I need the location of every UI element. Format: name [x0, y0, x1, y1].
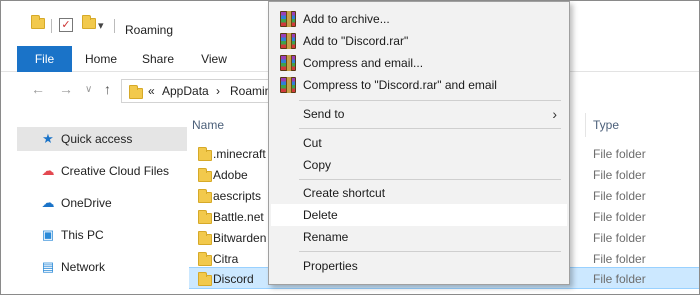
sidebar-item-label: Creative Cloud Files — [61, 164, 170, 178]
file-type: File folder — [593, 272, 646, 286]
recent-locations-icon[interactable]: ∨ — [85, 84, 92, 95]
file-type: File folder — [593, 189, 646, 203]
title-divider — [114, 19, 115, 33]
menu-item-add-to-archive[interactable]: Add to archive... — [271, 8, 567, 30]
up-arrow-icon[interactable]: ↑ — [104, 81, 111, 97]
file-name: aescripts — [213, 189, 262, 203]
star-icon: ★ — [42, 131, 54, 146]
winrar-icon — [280, 33, 296, 49]
breadcrumb-appdata[interactable]: AppData — [162, 84, 209, 98]
file-name: Battle.net — [213, 210, 264, 224]
winrar-icon — [280, 55, 296, 71]
folder-icon — [129, 85, 143, 99]
menu-item-properties[interactable]: Properties — [271, 255, 567, 277]
column-header-name[interactable]: Name — [192, 118, 224, 132]
tab-home[interactable]: Home — [81, 46, 121, 72]
menu-item-label: Rename — [303, 230, 349, 244]
winrar-icon — [280, 11, 296, 27]
creative-cloud-icon: ☁ — [41, 163, 55, 178]
file-name: Adobe — [213, 168, 248, 182]
folder-icon — [198, 272, 212, 286]
sidebar-item-label: Network — [61, 260, 106, 274]
file-type: File folder — [593, 252, 646, 266]
menu-item-label: Delete — [303, 208, 338, 222]
file-type: File folder — [593, 168, 646, 182]
cloud-icon: ☁ — [41, 195, 55, 210]
menu-separator — [299, 128, 561, 129]
sidebar-item-label: Quick access — [61, 132, 133, 146]
window-title: Roaming — [125, 23, 174, 37]
new-folder-icon[interactable] — [82, 15, 96, 29]
menu-item-label: Cut — [303, 136, 322, 150]
menu-item-delete[interactable]: Delete — [271, 204, 567, 226]
sidebar-item-network[interactable]: ▤ Network — [17, 255, 187, 279]
file-type: File folder — [593, 147, 646, 161]
address-bar[interactable]: « AppData › Roamin — [121, 79, 281, 103]
forward-arrow-icon[interactable]: → — [59, 81, 73, 97]
menu-item-compress-to-rar-email[interactable]: Compress to "Discord.rar" and email — [271, 74, 567, 96]
menu-item-rename[interactable]: Rename — [271, 226, 567, 248]
menu-item-label: Compress and email... — [303, 56, 424, 70]
sidebar-item-label: OneDrive — [61, 196, 112, 210]
menu-item-compress-email[interactable]: Compress and email... — [271, 52, 567, 74]
menu-item-label: Copy — [303, 158, 332, 172]
folder-icon — [198, 231, 212, 245]
context-menu: Add to archive... Add to "Discord.rar" C… — [268, 1, 570, 285]
menu-item-label: Add to "Discord.rar" — [303, 34, 409, 48]
menu-separator — [299, 251, 561, 252]
submenu-arrow-icon: › — [552, 106, 557, 122]
file-type: File folder — [593, 210, 646, 224]
sidebar-item-quick-access[interactable]: ★ Quick access — [17, 127, 187, 151]
sidebar-item-label: This PC — [61, 228, 104, 242]
sidebar-item-creative-cloud[interactable]: ☁ Creative Cloud Files — [17, 159, 187, 183]
folder-icon[interactable] — [31, 15, 45, 29]
file-name: Discord — [213, 272, 254, 286]
menu-item-send-to[interactable]: Send to › — [271, 103, 567, 125]
breadcrumb-roaming[interactable]: Roamin — [230, 84, 271, 98]
menu-item-label: Create shortcut — [303, 186, 386, 200]
breadcrumb-overflow[interactable]: « — [148, 84, 155, 98]
menu-item-create-shortcut[interactable]: Create shortcut — [271, 182, 567, 204]
folder-icon — [198, 189, 212, 203]
menu-item-cut[interactable]: Cut — [271, 132, 567, 154]
tab-view[interactable]: View — [196, 46, 232, 72]
network-icon: ▤ — [41, 259, 55, 274]
menu-separator — [299, 100, 561, 101]
column-header-type[interactable]: Type — [593, 118, 619, 132]
folder-icon — [198, 147, 212, 161]
tab-share[interactable]: Share — [138, 46, 178, 72]
winrar-icon — [280, 77, 296, 93]
properties-check-icon[interactable]: ✓ — [59, 18, 73, 32]
menu-item-label: Compress to "Discord.rar" and email — [303, 78, 497, 92]
sidebar-item-this-pc[interactable]: ▣ This PC — [17, 223, 187, 247]
folder-icon — [198, 252, 212, 266]
file-name: Citra — [213, 252, 239, 266]
breadcrumb-separator[interactable]: › — [216, 84, 220, 98]
customize-toolbar-icon[interactable]: ▾ — [98, 19, 104, 32]
navigation-pane: ★ Quick access ☁ Creative Cloud Files ☁ … — [17, 119, 189, 294]
menu-item-add-to-rar[interactable]: Add to "Discord.rar" — [271, 30, 567, 52]
tab-file[interactable]: File — [17, 46, 72, 72]
folder-icon — [198, 210, 212, 224]
menu-item-label: Properties — [303, 259, 358, 273]
file-name: Bitwarden — [213, 231, 267, 245]
menu-separator — [299, 179, 561, 180]
menu-item-label: Send to — [303, 107, 345, 121]
computer-icon: ▣ — [41, 227, 55, 242]
folder-icon — [198, 168, 212, 182]
sidebar-item-onedrive[interactable]: ☁ OneDrive — [17, 191, 187, 215]
back-arrow-icon[interactable]: ← — [31, 81, 45, 97]
column-divider[interactable] — [585, 113, 586, 137]
toolbar-divider — [51, 19, 52, 33]
menu-item-copy[interactable]: Copy — [271, 154, 567, 176]
menu-item-label: Add to archive... — [303, 12, 390, 26]
file-name: .minecraft — [213, 147, 266, 161]
file-explorer-window: ✓ ▾ Roaming File Home Share View ← → ∨ ↑… — [0, 0, 700, 295]
file-type: File folder — [593, 231, 646, 245]
